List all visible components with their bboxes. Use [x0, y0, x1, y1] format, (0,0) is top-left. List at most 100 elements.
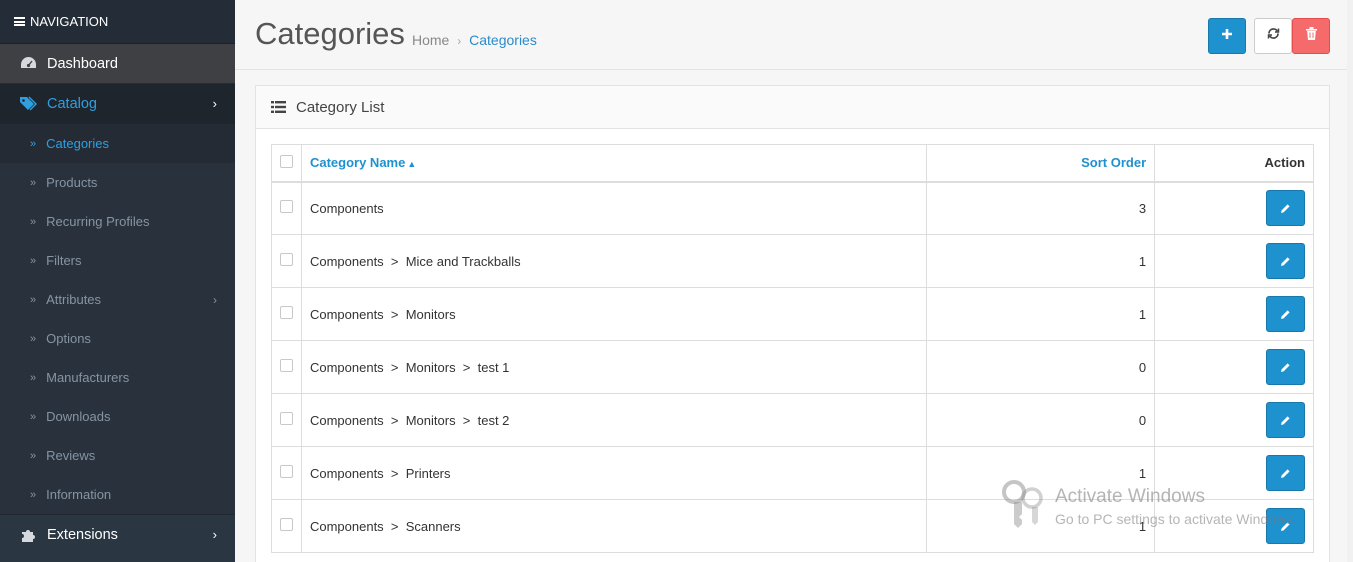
row-checkbox[interactable] — [279, 412, 293, 425]
sidebar-label-products: Products — [46, 175, 98, 190]
sidebar-item-manufacturers[interactable]: » Manufacturers — [0, 358, 235, 397]
panel-title: Category List — [296, 98, 385, 116]
category-name-cell: Components — [300, 181, 928, 235]
table-row: Components > Scanners 1 — [271, 499, 1314, 553]
sort-order-cell: 3 — [926, 181, 1156, 235]
catalog-submenu: » Categories » Products » Recurring Prof… — [0, 124, 235, 514]
puzzle-icon — [19, 526, 37, 544]
action-cell — [1154, 181, 1314, 235]
double-chevron-icon: » — [30, 137, 37, 150]
action-cell — [1154, 287, 1314, 341]
panel-heading: Category List — [256, 86, 1329, 129]
sidebar-label-extensions: Extensions — [47, 526, 118, 543]
row-checkbox[interactable] — [279, 465, 293, 478]
list-icon — [271, 101, 286, 113]
action-cell — [1154, 234, 1314, 288]
edit-button[interactable] — [1266, 243, 1305, 279]
sidebar-item-filters[interactable]: » Filters — [0, 241, 235, 280]
sort-order-cell: 1 — [926, 234, 1156, 288]
sidebar-item-information[interactable]: » Information — [0, 475, 235, 514]
row-checkbox[interactable] — [279, 306, 293, 319]
refresh-icon — [1267, 27, 1280, 45]
action-cell — [1154, 499, 1314, 553]
sidebar-item-catalog[interactable]: Catalog › — [0, 84, 235, 124]
navigation-header[interactable]: NAVIGATION — [0, 0, 235, 44]
double-chevron-icon: » — [30, 215, 37, 228]
category-name-cell: Components > Printers — [300, 446, 928, 500]
sidebar-item-reviews[interactable]: » Reviews — [0, 436, 235, 475]
delete-button[interactable] — [1292, 18, 1330, 54]
main-content: Categories Home › Categories Category Li… — [235, 0, 1353, 562]
column-label-action: Action — [1264, 155, 1305, 171]
sidebar-item-products[interactable]: » Products — [0, 163, 235, 202]
column-header-action: Action — [1154, 144, 1314, 183]
double-chevron-icon: » — [30, 254, 37, 267]
action-cell — [1154, 340, 1314, 394]
select-all-cell — [271, 144, 302, 183]
pencil-icon — [1281, 521, 1290, 531]
category-name-cell: Components > Mice and Trackballs — [300, 234, 928, 288]
row-select-cell — [271, 181, 302, 235]
trash-icon — [1305, 27, 1317, 45]
double-chevron-icon: » — [30, 371, 37, 384]
rebuild-button[interactable] — [1254, 18, 1292, 54]
column-label-sort-order: Sort Order — [1081, 155, 1147, 171]
table-row: Components > Monitors > test 2 0 — [271, 393, 1314, 447]
page-header: Categories Home › Categories — [235, 0, 1353, 70]
edit-button[interactable] — [1266, 402, 1305, 438]
row-select-cell — [271, 393, 302, 447]
sidebar-label-dashboard: Dashboard — [47, 55, 118, 72]
pencil-icon — [1281, 362, 1290, 372]
row-select-cell — [271, 446, 302, 500]
sidebar-label-catalog: Catalog — [47, 96, 97, 112]
category-table: Category Name ▲ Sort Order Action Compone… — [271, 144, 1314, 553]
select-all-checkbox[interactable] — [279, 154, 293, 168]
sidebar-item-options[interactable]: » Options — [0, 319, 235, 358]
sidebar-item-downloads[interactable]: » Downloads — [0, 397, 235, 436]
sidebar-label-categories: Categories — [46, 136, 109, 151]
table-row: Components > Monitors > test 1 0 — [271, 340, 1314, 394]
edit-button[interactable] — [1266, 296, 1305, 332]
row-select-cell — [271, 340, 302, 394]
sidebar-label-manufacturers: Manufacturers — [46, 370, 130, 385]
sidebar-item-dashboard[interactable]: Dashboard — [0, 44, 235, 84]
tags-icon — [19, 95, 37, 113]
sidebar-label-reviews: Reviews — [46, 448, 96, 463]
sort-ascending-icon: ▲ — [407, 159, 417, 170]
category-name-cell: Components > Scanners — [300, 499, 928, 553]
row-checkbox[interactable] — [279, 518, 293, 531]
breadcrumb-home[interactable]: Home — [412, 32, 449, 48]
chevron-right-icon: › — [213, 292, 217, 307]
table-row: Components > Mice and Trackballs 1 — [271, 234, 1314, 288]
category-name-cell: Components > Monitors > test 2 — [300, 393, 928, 447]
row-checkbox[interactable] — [279, 253, 293, 266]
row-checkbox[interactable] — [279, 359, 293, 372]
breadcrumb: Home › Categories — [412, 32, 537, 48]
page-title: Categories — [255, 16, 405, 51]
edit-button[interactable] — [1266, 455, 1305, 491]
breadcrumb-categories[interactable]: Categories — [469, 32, 537, 48]
chevron-right-icon: › — [212, 527, 217, 542]
action-cell — [1154, 393, 1314, 447]
edit-button[interactable] — [1266, 190, 1305, 227]
sidebar-item-attributes[interactable]: » Attributes › — [0, 280, 235, 319]
sidebar-item-categories[interactable]: » Categories — [0, 124, 235, 163]
sidebar-label-information: Information — [46, 487, 112, 502]
pencil-icon — [1281, 309, 1290, 319]
add-button[interactable] — [1208, 18, 1246, 54]
column-header-sort-order[interactable]: Sort Order — [926, 144, 1156, 183]
table-header-row: Category Name ▲ Sort Order Action — [271, 144, 1314, 183]
page-scrollbar[interactable] — [1347, 0, 1353, 562]
edit-button[interactable] — [1266, 508, 1305, 544]
table-row: Components 3 — [271, 181, 1314, 235]
sidebar-item-recurring-profiles[interactable]: » Recurring Profiles — [0, 202, 235, 241]
row-select-cell — [271, 234, 302, 288]
action-cell — [1154, 446, 1314, 500]
edit-button[interactable] — [1266, 349, 1305, 385]
sort-order-cell: 1 — [926, 287, 1156, 341]
row-select-cell — [271, 499, 302, 553]
row-checkbox[interactable] — [279, 200, 293, 214]
sidebar-label-options: Options — [46, 331, 91, 346]
sidebar-item-extensions[interactable]: Extensions › — [0, 514, 235, 554]
column-header-category-name[interactable]: Category Name ▲ — [300, 144, 928, 183]
